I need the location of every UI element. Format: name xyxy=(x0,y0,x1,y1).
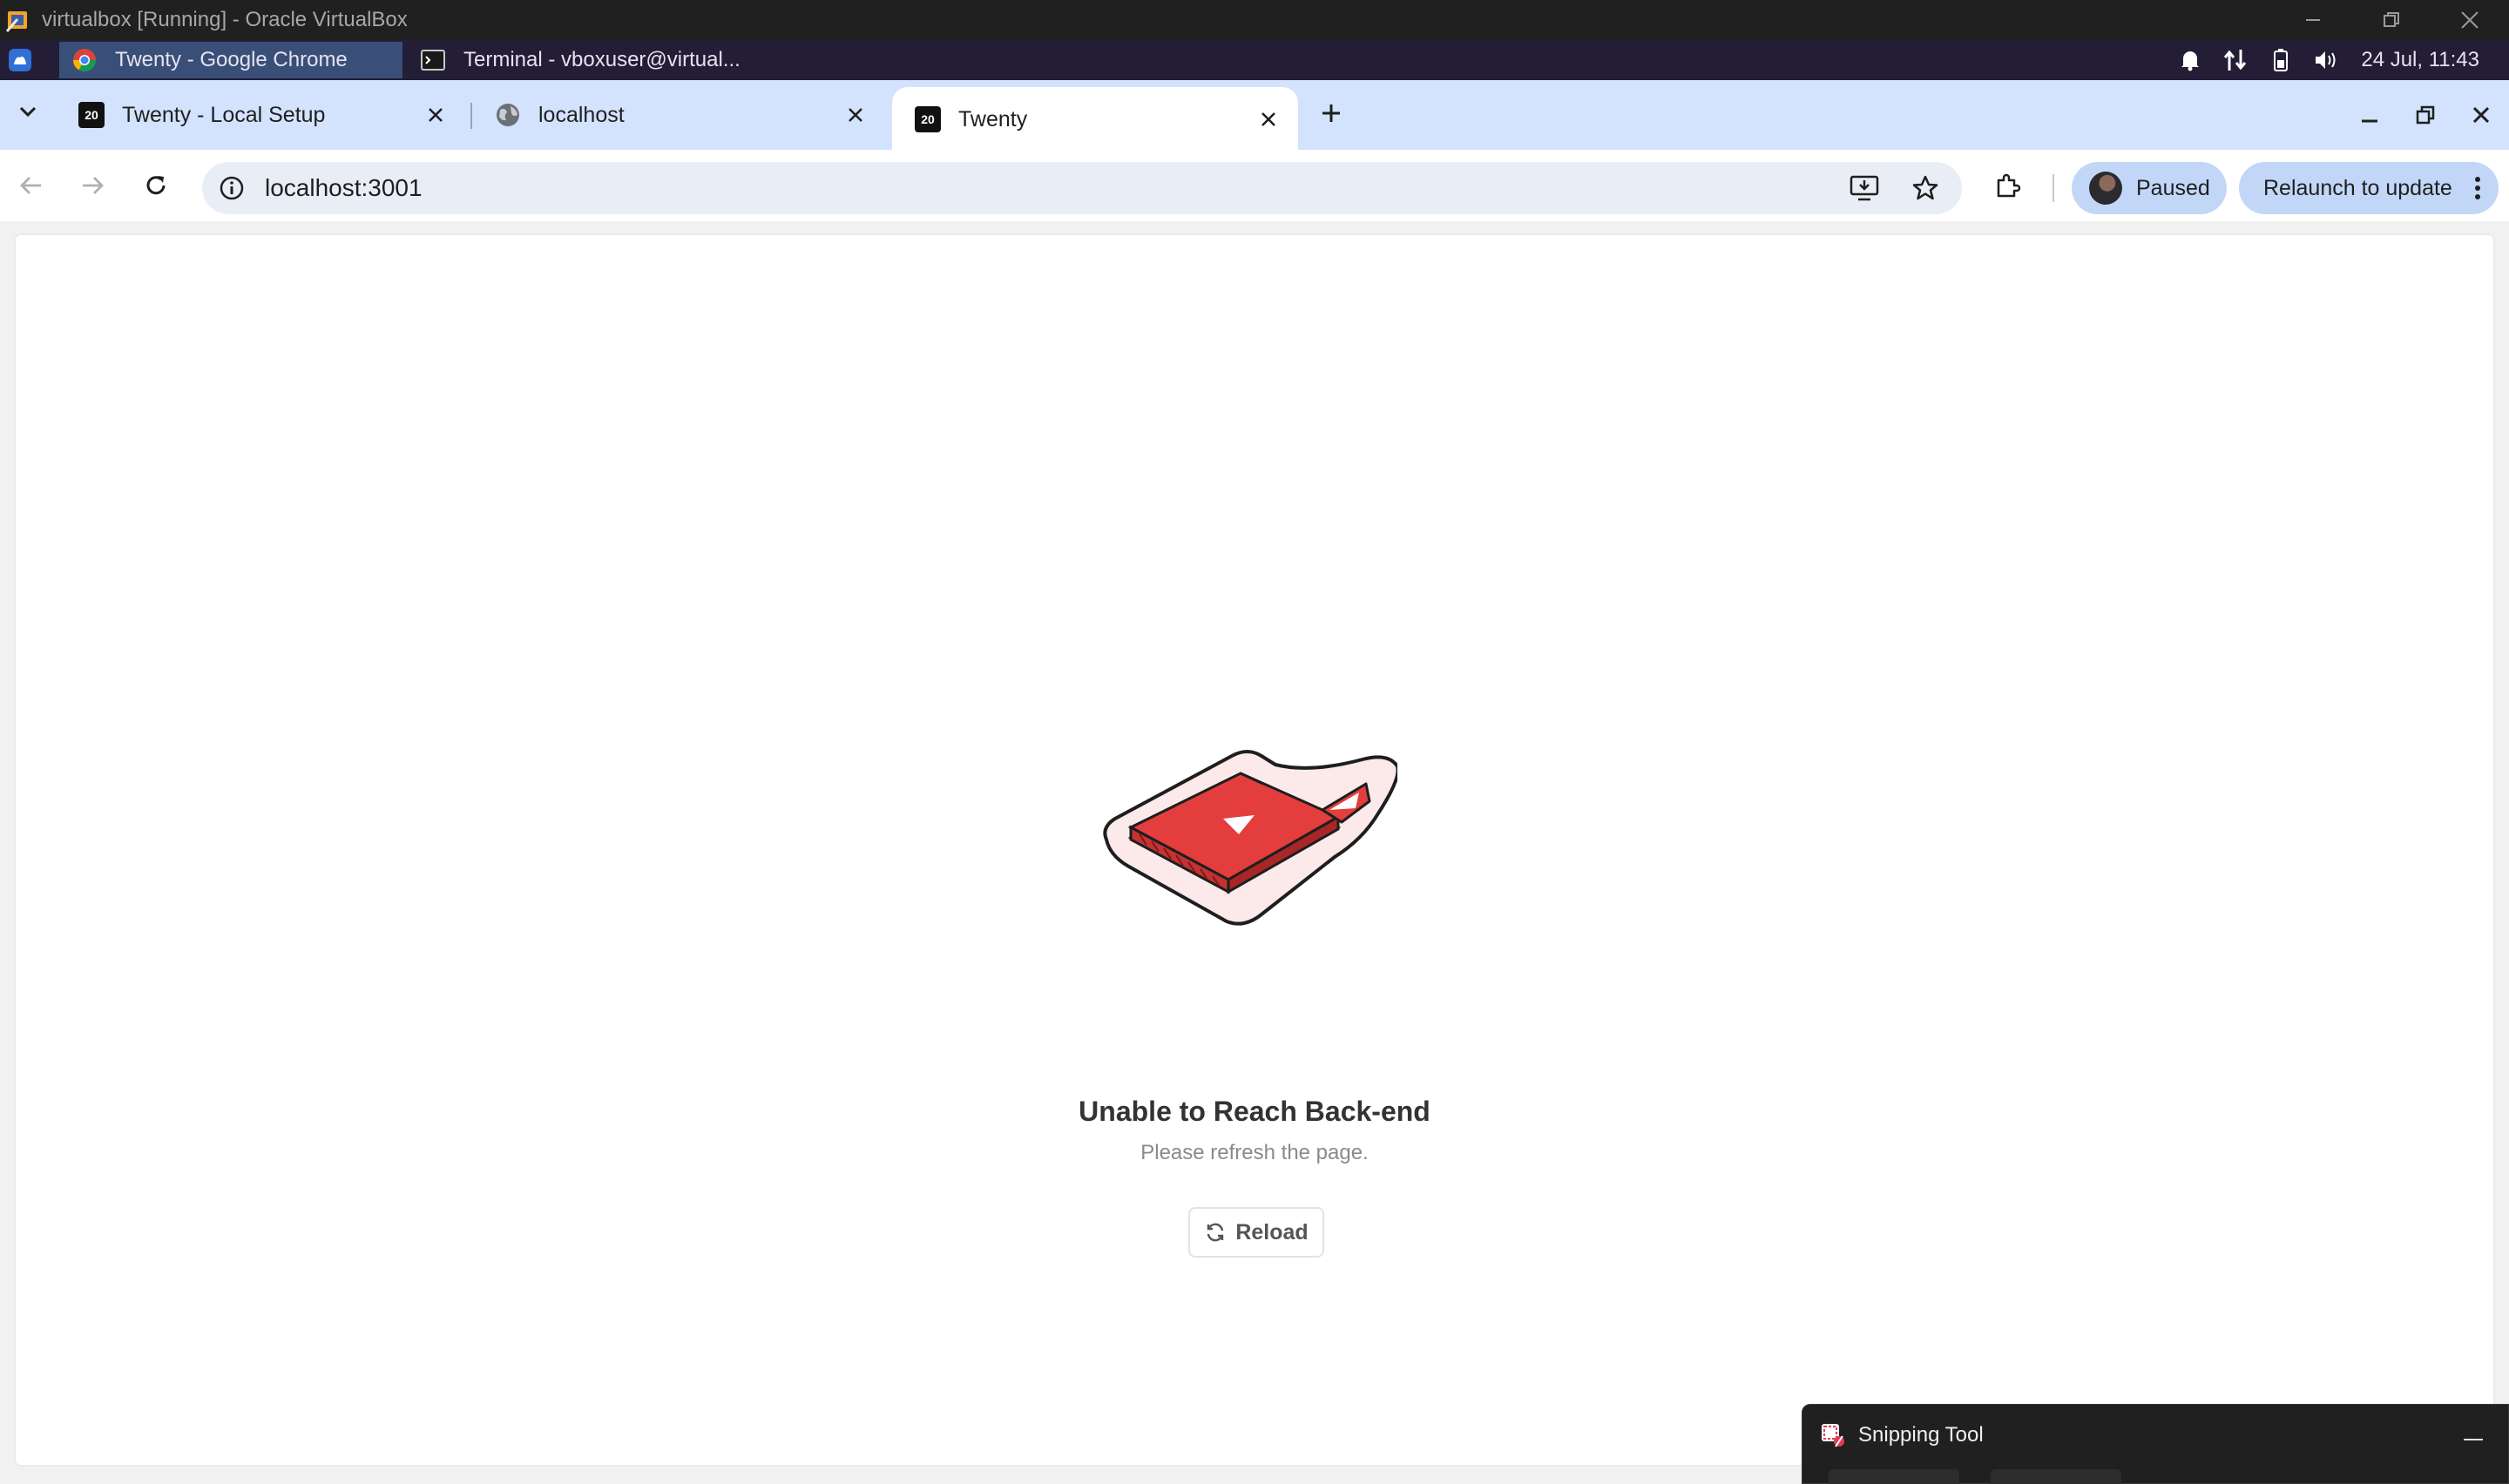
chrome-icon xyxy=(71,47,98,73)
taskbar-item-label: Twenty - Google Chrome xyxy=(115,48,348,71)
reload-label: Reload xyxy=(1235,1219,1309,1245)
address-bar[interactable]: localhost:3001 xyxy=(202,162,1962,214)
profile-button[interactable]: Paused xyxy=(2072,162,2227,214)
profile-status: Paused xyxy=(2136,175,2210,200)
taskbar-item-terminal[interactable]: Terminal - vboxuser@virtual... xyxy=(408,42,753,78)
chrome-toolbar: localhost:3001 Paused Relaunch to update xyxy=(0,150,2509,221)
tab-close-icon[interactable] xyxy=(418,98,453,132)
error-title: Unable to Reach Back-end xyxy=(1079,1096,1430,1127)
taskbar-item-chrome[interactable]: Twenty - Google Chrome xyxy=(59,42,402,78)
tab-close-icon[interactable] xyxy=(1251,102,1286,137)
tab-strip: 20 Twenty - Local Setup localhost 20 Twe… xyxy=(0,80,2509,152)
tab-label: localhost xyxy=(538,102,625,127)
snipping-tool-toolbar xyxy=(1829,1469,2153,1484)
whisker-menu-button[interactable] xyxy=(0,40,40,80)
restore-icon[interactable] xyxy=(2397,89,2453,141)
chevron-down-icon xyxy=(19,106,37,118)
snipping-tool-capture-button[interactable] xyxy=(1991,1469,2121,1484)
tab-label: Twenty - Local Setup xyxy=(122,102,326,127)
refresh-icon xyxy=(146,176,166,195)
snipping-tool-titlebar: Snipping Tool xyxy=(1820,1422,1984,1448)
minimize-icon[interactable] xyxy=(2274,0,2352,40)
address-url[interactable]: localhost:3001 xyxy=(265,174,1840,202)
virtualbox-window-controls xyxy=(2274,0,2509,40)
snipping-tool-icon xyxy=(1820,1422,1846,1448)
more-options-icon[interactable] xyxy=(2465,171,2491,206)
forward-button[interactable] xyxy=(71,164,115,207)
globe-icon xyxy=(495,102,521,128)
twenty-logo-icon: 20 xyxy=(915,106,941,132)
error-illustration xyxy=(1103,750,1397,926)
minimize-icon[interactable] xyxy=(2456,1427,2491,1454)
twenty-logo-icon: 20 xyxy=(78,102,105,128)
taskbar-item-label: Terminal - vboxuser@virtual... xyxy=(463,48,741,71)
tab-twenty-active[interactable]: 20 Twenty xyxy=(892,87,1298,152)
avatar xyxy=(2089,172,2122,205)
bookmark-star-icon[interactable] xyxy=(1901,164,1950,212)
battery-icon[interactable] xyxy=(2258,40,2303,80)
virtualbox-window-title: virtualbox [Running] - Oracle VirtualBox xyxy=(42,8,408,31)
snipping-tool-window[interactable]: Snipping Tool xyxy=(1802,1404,2509,1484)
chrome-window: 20 Twenty - Local Setup localhost 20 Twe… xyxy=(0,80,2509,1484)
tab-twenty-local-setup[interactable]: 20 Twenty - Local Setup xyxy=(56,89,465,141)
network-transfer-icon[interactable] xyxy=(2213,40,2258,80)
chrome-window-controls xyxy=(2342,89,2509,141)
system-tray: 24 Jul, 11:43 xyxy=(2167,40,2509,80)
arrow-right-icon xyxy=(83,177,104,194)
close-icon[interactable] xyxy=(2453,89,2509,141)
reload-page-button[interactable] xyxy=(134,164,178,207)
site-info-icon[interactable] xyxy=(206,162,258,214)
page-viewport: Unable to Reach Back-end Please refresh … xyxy=(0,221,2509,1484)
puzzle-icon xyxy=(1997,173,2021,198)
tab-close-icon[interactable] xyxy=(838,98,873,132)
tab-search-button[interactable] xyxy=(10,94,45,129)
terminal-icon xyxy=(420,47,446,73)
tab-localhost[interactable]: localhost xyxy=(472,89,885,141)
arrow-left-icon xyxy=(20,177,41,194)
notification-bell-icon[interactable] xyxy=(2167,40,2213,80)
error-subtitle: Please refresh the page. xyxy=(1140,1141,1369,1164)
back-button[interactable] xyxy=(9,164,52,207)
snipping-tool-mode-button[interactable] xyxy=(1829,1469,1959,1484)
guest-taskbar: Twenty - Google Chrome Terminal - vboxus… xyxy=(0,40,2509,80)
virtualbox-logo-icon xyxy=(5,7,31,33)
relaunch-update-button[interactable]: Relaunch to update xyxy=(2239,162,2499,214)
extensions-button[interactable] xyxy=(1986,164,2030,207)
close-icon[interactable] xyxy=(2431,0,2509,40)
virtualbox-titlebar: virtualbox [Running] - Oracle VirtualBox xyxy=(0,0,2509,40)
relaunch-label: Relaunch to update xyxy=(2263,175,2452,200)
restore-icon[interactable] xyxy=(2352,0,2431,40)
toolbar-separator xyxy=(2053,174,2054,202)
snipping-tool-title: Snipping Tool xyxy=(1858,1423,1984,1447)
new-tab-button[interactable] xyxy=(1314,96,1349,131)
clock[interactable]: 24 Jul, 11:43 xyxy=(2361,48,2479,72)
reload-button[interactable]: Reload xyxy=(1188,1207,1324,1258)
plus-icon xyxy=(1322,105,1340,122)
tab-label: Twenty xyxy=(958,106,1028,132)
refresh-icon xyxy=(1204,1221,1227,1244)
install-app-icon[interactable] xyxy=(1840,164,1889,212)
volume-icon[interactable] xyxy=(2303,40,2349,80)
minimize-icon[interactable] xyxy=(2342,89,2397,141)
